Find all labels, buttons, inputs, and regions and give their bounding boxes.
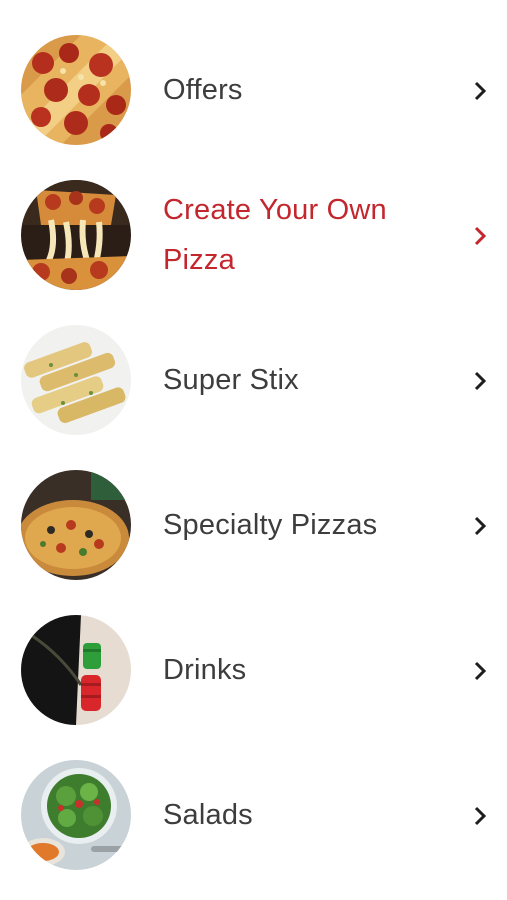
menu-item-label: Salads	[163, 799, 253, 831]
chevron-right-icon	[470, 660, 490, 682]
chevron-right-icon	[470, 515, 490, 537]
specialty-pizza-image	[21, 470, 131, 580]
menu-item-label: Specialty Pizzas	[163, 509, 378, 541]
menu-item-label: Offers	[163, 74, 243, 106]
chevron-right-icon	[470, 370, 490, 392]
breadsticks-image	[21, 325, 131, 435]
chevron-right-icon	[470, 225, 490, 247]
menu-item-create-your-own-pizza[interactable]: Create Your Own Pizza	[0, 163, 507, 308]
soda-bottles-image	[21, 615, 131, 725]
menu-item-offers[interactable]: Offers	[0, 18, 507, 163]
pepperoni-pizza-image	[21, 35, 131, 145]
menu-item-drinks[interactable]: Drinks	[0, 598, 507, 743]
chevron-right-icon	[470, 80, 490, 102]
menu-item-salads[interactable]: Salads	[0, 743, 507, 888]
menu-item-specialty-pizzas[interactable]: Specialty Pizzas	[0, 453, 507, 598]
salad-bowl-image	[21, 760, 131, 870]
menu-item-label: Create Your Own Pizza	[163, 194, 387, 276]
menu-item-label: Drinks	[163, 654, 247, 686]
cheese-pull-pizza-image	[21, 180, 131, 290]
menu-item-label: Super Stix	[163, 364, 299, 396]
category-menu: Offers Create Your Own Pizza Super Stix …	[0, 0, 507, 900]
menu-item-super-stix[interactable]: Super Stix	[0, 308, 507, 453]
chevron-right-icon	[470, 805, 490, 827]
